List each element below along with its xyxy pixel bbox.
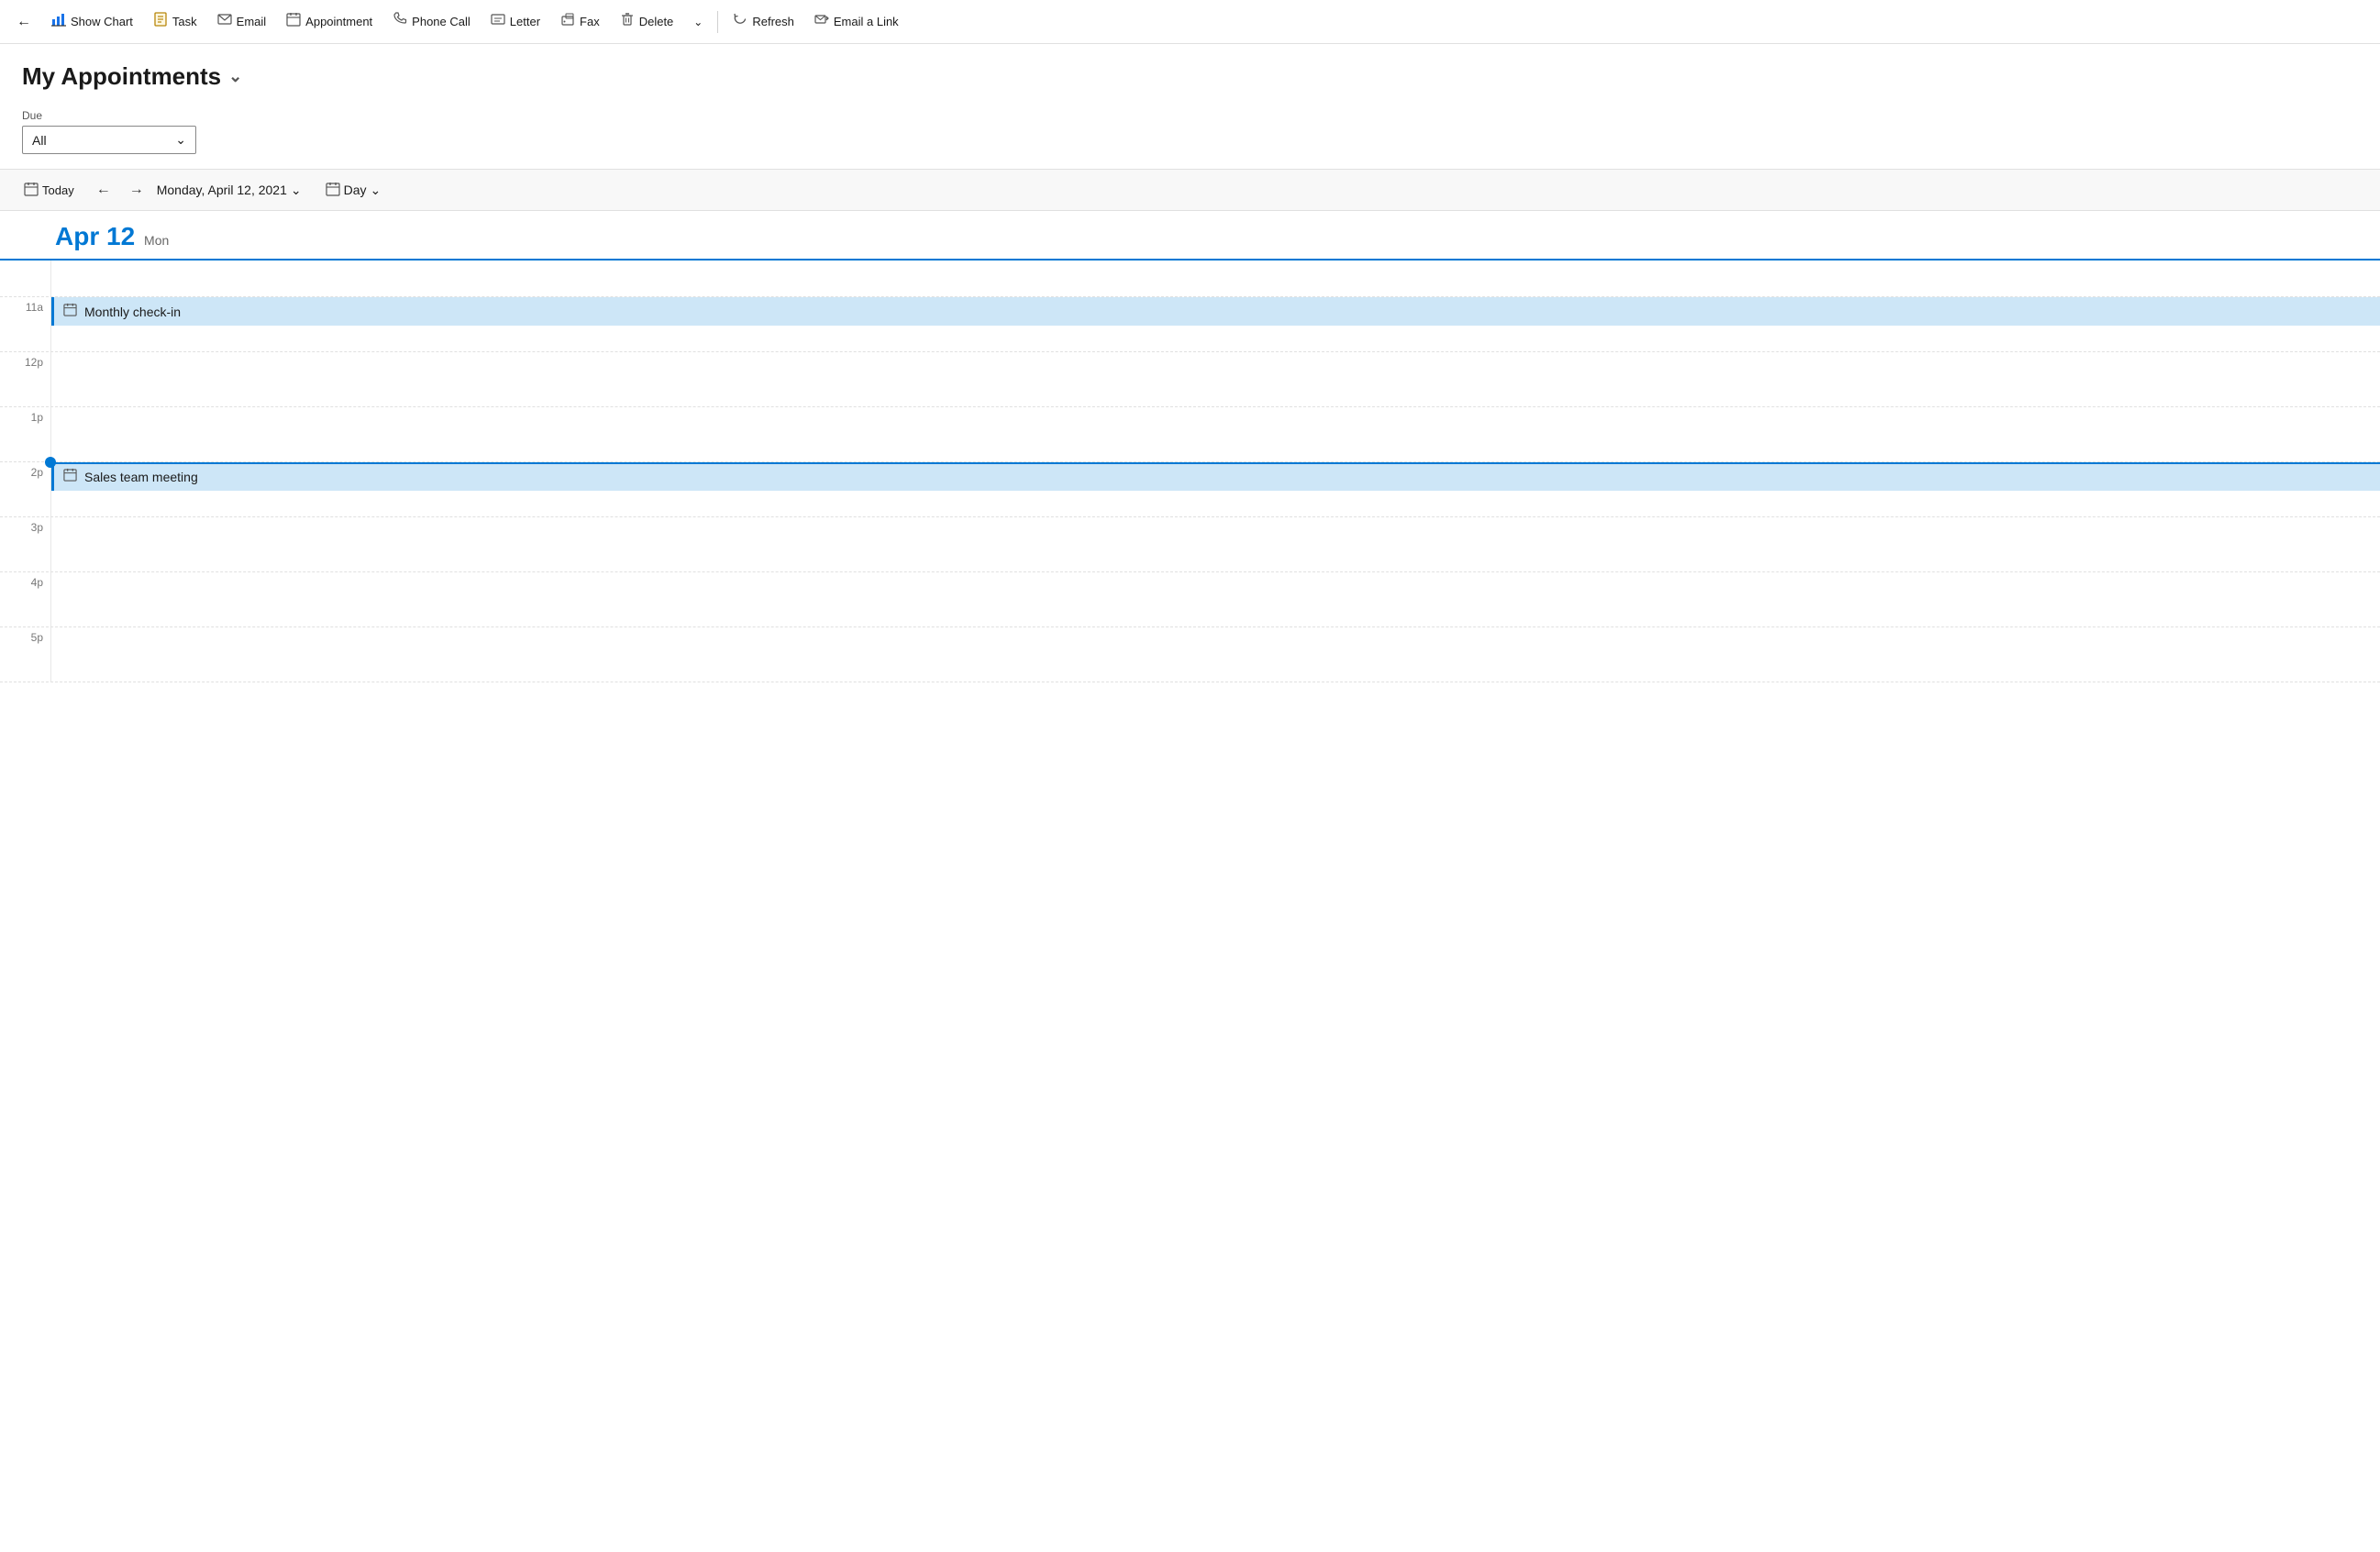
phone-call-button[interactable]: Phone Call <box>383 6 480 37</box>
event-title-sales-meeting: Sales team meeting <box>84 470 198 484</box>
hour-content-1p <box>50 407 2380 461</box>
hour-row-3p: 3p <box>0 517 2380 572</box>
letter-label: Letter <box>510 15 540 28</box>
hour-label-11a: 11a <box>0 297 50 351</box>
filter-value: All <box>32 133 47 148</box>
page-title-chevron[interactable]: ⌄ <box>228 67 242 86</box>
view-calendar-icon <box>326 182 340 199</box>
calendar-grid: 11a Monthly check-in 12p <box>0 261 2380 1543</box>
phone-call-icon <box>393 12 407 31</box>
hour-content-5p <box>50 627 2380 682</box>
letter-icon <box>491 12 505 31</box>
back-icon: ← <box>17 14 31 30</box>
show-chart-icon <box>51 12 66 31</box>
event-sales-meeting[interactable]: Sales team meeting <box>51 462 2380 491</box>
next-day-button[interactable]: → <box>124 177 149 203</box>
calendar-body: Apr 12 Mon 11a <box>0 211 2380 1543</box>
more-button[interactable]: ⌄ <box>684 10 712 34</box>
filter-label: Due <box>22 109 2358 122</box>
date-text: Monday, April 12, 2021 <box>157 183 287 197</box>
event-calendar-icon-2 <box>63 468 77 485</box>
delete-icon <box>620 12 635 31</box>
today-label: Today <box>42 183 74 197</box>
appointment-icon <box>286 12 301 31</box>
task-button[interactable]: Task <box>144 6 206 37</box>
hour-content-3p <box>50 517 2380 571</box>
due-filter-select[interactable]: All ⌄ <box>22 126 196 154</box>
view-chevron: ⌄ <box>371 183 382 198</box>
email-button[interactable]: Email <box>208 6 276 37</box>
current-time-line <box>50 462 2380 464</box>
current-time-dot <box>45 457 56 468</box>
calendar-today-icon <box>24 182 39 199</box>
view-label: Day <box>344 183 367 197</box>
hour-label-empty <box>0 261 50 296</box>
appointment-button[interactable]: Appointment <box>277 6 382 37</box>
more-icon: ⌄ <box>693 16 703 28</box>
calendar-nav: Today ← → Monday, April 12, 2021 ⌄ Day ⌄ <box>0 169 2380 211</box>
email-link-label: Email a Link <box>834 15 899 28</box>
calendar-day-header: Apr 12 Mon <box>0 211 2380 261</box>
show-chart-button[interactable]: Show Chart <box>42 6 142 37</box>
hour-label-12p: 12p <box>0 352 50 406</box>
task-label: Task <box>172 15 197 28</box>
email-icon <box>217 12 232 31</box>
filter-chevron: ⌄ <box>175 132 186 148</box>
current-date-label[interactable]: Monday, April 12, 2021 ⌄ <box>157 183 302 198</box>
hour-content-empty <box>50 261 2380 296</box>
toolbar: ← Show Chart Task <box>0 0 2380 44</box>
hour-row-empty <box>0 261 2380 297</box>
hour-label-4p: 4p <box>0 572 50 626</box>
appointment-label: Appointment <box>305 15 372 28</box>
view-select-button[interactable]: Day ⌄ <box>316 178 391 203</box>
date-chevron: ⌄ <box>291 183 302 198</box>
today-button[interactable]: Today <box>15 178 83 203</box>
email-label: Email <box>237 15 267 28</box>
email-link-icon <box>814 12 829 31</box>
delete-button[interactable]: Delete <box>611 6 683 37</box>
event-monthly-checkin[interactable]: Monthly check-in <box>51 297 2380 326</box>
toolbar-divider <box>717 11 718 33</box>
next-day-icon: → <box>129 182 144 198</box>
hour-row-12p: 12p <box>0 352 2380 407</box>
page-header: My Appointments ⌄ <box>0 44 2380 100</box>
hour-label-1p: 1p <box>0 407 50 461</box>
fax-icon <box>560 12 575 31</box>
task-icon <box>153 12 168 31</box>
fax-button[interactable]: Fax <box>551 6 609 37</box>
page-title-text: My Appointments <box>22 62 221 91</box>
hour-row-11a: 11a Monthly check-in <box>0 297 2380 352</box>
hour-content-4p <box>50 572 2380 626</box>
prev-day-button[interactable]: ← <box>91 177 116 203</box>
refresh-icon <box>733 12 747 31</box>
refresh-button[interactable]: Refresh <box>724 6 803 37</box>
refresh-label: Refresh <box>752 15 794 28</box>
page-title: My Appointments ⌄ <box>22 62 2358 91</box>
hour-row-1p: 1p <box>0 407 2380 462</box>
event-calendar-icon-1 <box>63 303 77 320</box>
hour-row-5p: 5p <box>0 627 2380 682</box>
fax-label: Fax <box>580 15 600 28</box>
event-title-monthly-checkin: Monthly check-in <box>84 305 181 319</box>
hour-label-3p: 3p <box>0 517 50 571</box>
prev-day-icon: ← <box>96 182 111 198</box>
hour-content-11a: Monthly check-in <box>50 297 2380 351</box>
delete-label: Delete <box>639 15 674 28</box>
hour-row-4p: 4p <box>0 572 2380 627</box>
day-name: Mon <box>144 233 169 248</box>
hour-label-2p: 2p <box>0 462 50 516</box>
hour-content-2p: Sales team meeting <box>50 462 2380 516</box>
hour-content-12p <box>50 352 2380 406</box>
phone-call-label: Phone Call <box>412 15 470 28</box>
email-link-button[interactable]: Email a Link <box>805 6 908 37</box>
day-number: Apr 12 <box>55 222 135 250</box>
show-chart-label: Show Chart <box>71 15 133 28</box>
hour-row-2p: 2p Sales team meeting <box>0 462 2380 517</box>
letter-button[interactable]: Letter <box>482 6 549 37</box>
hour-label-5p: 5p <box>0 627 50 682</box>
back-button[interactable]: ← <box>7 8 40 36</box>
filter-section: Due All ⌄ <box>0 100 2380 169</box>
